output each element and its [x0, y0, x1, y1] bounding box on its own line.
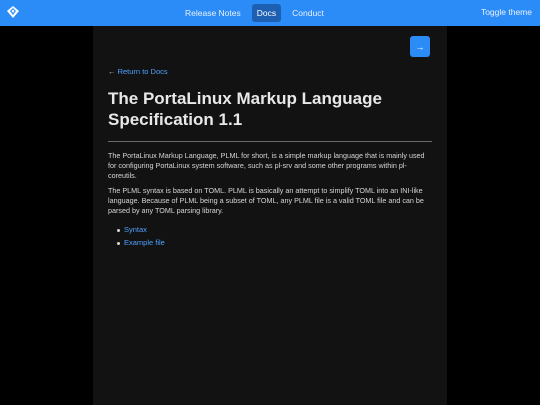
return-to-docs-link[interactable]: ← Return to Docs	[108, 67, 168, 76]
arrow-right-icon: →	[415, 41, 425, 52]
arrow-left-icon: ←	[108, 67, 116, 76]
toggle-theme-button[interactable]: Toggle theme	[481, 7, 532, 17]
example-file-link[interactable]: Example file	[124, 238, 165, 247]
bullet-icon	[117, 241, 120, 245]
nav-conduct[interactable]: Conduct	[287, 4, 329, 22]
list-item: Example file	[117, 236, 165, 249]
nav-release-notes[interactable]: Release Notes	[180, 4, 246, 22]
main-nav: Release Notes Docs Conduct	[180, 3, 329, 23]
syntax-paragraph: The PLML syntax is based on TOML. PLML i…	[108, 186, 424, 215]
nav-docs[interactable]: Docs	[251, 4, 282, 22]
return-to-docs-label: Return to Docs	[117, 67, 168, 76]
syntax-link[interactable]: Syntax	[124, 225, 147, 234]
doc-content-panel: → ← Return to Docs The PortaLinux Markup…	[93, 26, 447, 405]
top-navbar: Release Notes Docs Conduct Toggle theme	[0, 0, 540, 26]
doc-links-list: Syntax Example file	[117, 223, 165, 249]
intro-paragraph: The PortaLinux Markup Language, PLML for…	[108, 151, 425, 180]
logo-diamond-icon[interactable]	[6, 5, 20, 19]
title-divider	[108, 141, 432, 142]
next-page-button[interactable]: →	[410, 36, 430, 57]
list-item: Syntax	[117, 223, 165, 236]
page-title: The PortaLinux Markup Language Specifica…	[108, 89, 382, 129]
bullet-icon	[117, 228, 120, 232]
